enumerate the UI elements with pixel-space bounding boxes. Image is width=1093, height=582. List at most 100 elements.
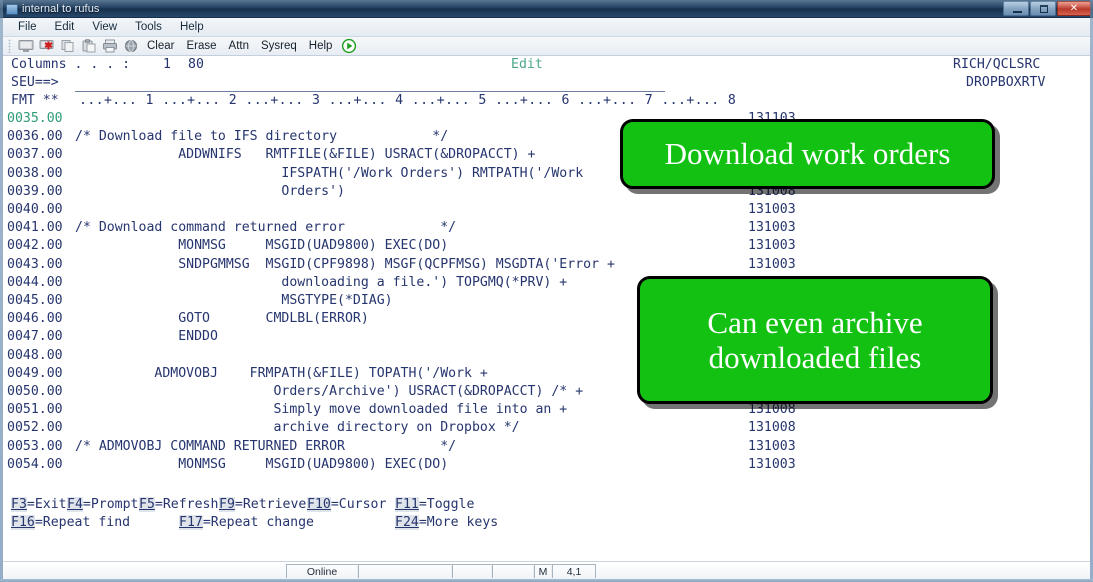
function-key-label: =Retrieve (234, 497, 307, 512)
columns-label: Columns . . . : (11, 57, 131, 72)
play-icon[interactable] (339, 38, 358, 55)
line-text[interactable]: archive directory on Dropbox */ (75, 419, 519, 437)
toolbar-attn-button[interactable]: Attn (224, 38, 254, 55)
line-text[interactable]: /* Download file to IFS directory */ (75, 128, 448, 146)
line-number[interactable]: 0048.00 (7, 347, 63, 365)
maximize-button[interactable] (1030, 1, 1056, 16)
line-number[interactable]: 0044.00 (7, 274, 63, 292)
menu-item-view[interactable]: View (83, 20, 126, 34)
line-number[interactable]: 0047.00 (7, 328, 63, 346)
function-key-f10[interactable]: F10=Cursor (307, 496, 386, 514)
toolbar-help-button[interactable]: Help (304, 38, 338, 55)
application-window: internal to rufus ✕ File Edit View Tools… (0, 0, 1093, 582)
disconnect-icon[interactable] (37, 38, 56, 55)
line-number[interactable]: 0043.00 (7, 256, 63, 274)
function-key-f9[interactable]: F9=Retrieve (219, 496, 306, 514)
line-date: 131003 (748, 456, 796, 472)
toolbar-grip[interactable] (8, 39, 11, 53)
line-number[interactable]: 0054.00 (7, 456, 63, 474)
function-key-name: F17 (179, 515, 203, 530)
line-number[interactable]: 0037.00 (7, 146, 63, 164)
callout-download-work-orders: Download work orders (593, 119, 995, 189)
line-number[interactable]: 0053.00 (7, 438, 63, 456)
code-line[interactable]: 0040.00 131003 (3, 201, 1090, 219)
callout-text: Download work orders (664, 136, 951, 172)
line-text[interactable]: ADMOVOBJ FRMPATH(&FILE) TOPATH('/Work + (75, 365, 487, 383)
line-text[interactable]: downloading a file.') TOPGMQ(*PRV) + (75, 274, 567, 292)
status-bar: Online M 4,1 (3, 561, 1090, 579)
code-line[interactable]: 0054.00 MONMSG MSGID(UAD9800) EXEC(DO) 13… (3, 456, 1090, 474)
line-number[interactable]: 0041.00 (7, 219, 63, 237)
line-text[interactable]: MONMSG MSGID(UAD9800) EXEC(DO) (75, 237, 448, 255)
function-key-name: F24 (395, 515, 419, 530)
columns-to: 80 (188, 57, 204, 72)
display-icon[interactable] (16, 38, 35, 55)
line-text[interactable]: SNDPGMMSG MSGID(CPF9898) MSGF(QCPFMSG) M… (75, 256, 615, 274)
line-number[interactable]: 0046.00 (7, 310, 63, 328)
menu-item-edit[interactable]: Edit (46, 20, 84, 34)
line-number[interactable]: 0039.00 (7, 183, 63, 201)
function-key-f16[interactable]: F16=Repeat find (11, 514, 130, 532)
line-number[interactable]: 0040.00 (7, 201, 63, 219)
line-number[interactable]: 0052.00 (7, 419, 63, 437)
function-key-name: F11 (395, 497, 419, 512)
line-text[interactable]: GOTO CMDLBL(ERROR) (75, 310, 369, 328)
function-key-label: =Prompt (82, 497, 139, 512)
line-text[interactable]: ADDWNIFS RMTFILE(&FILE) USRACT(&DROPACCT… (75, 146, 535, 164)
line-number[interactable]: 0049.00 (7, 365, 63, 383)
line-text[interactable]: Orders') (75, 183, 345, 201)
toolbar-sysreq-button[interactable]: Sysreq (256, 38, 302, 55)
print-icon[interactable] (100, 38, 119, 55)
library-member: RICH/QCLSRC (953, 57, 1041, 72)
toolbar-erase-button[interactable]: Erase (181, 38, 221, 55)
line-number[interactable]: 0038.00 (7, 165, 63, 183)
line-text[interactable]: MONMSG MSGID(UAD9800) EXEC(DO) (75, 456, 448, 474)
minimize-button[interactable] (1003, 1, 1029, 16)
function-key-f24[interactable]: F24=More keys (395, 514, 498, 532)
line-text[interactable]: /* Download command returned error */ (75, 219, 456, 237)
function-key-label: =Cursor (330, 497, 387, 512)
menu-item-tools[interactable]: Tools (126, 20, 171, 34)
code-line[interactable]: 0053.00 /* ADMOVOBJ COMMAND RETURNED ERRO… (3, 438, 1090, 456)
member-name: DROPBOXRTV (966, 75, 1046, 90)
function-key-f3[interactable]: F3=Exit (11, 496, 67, 514)
paste-icon[interactable] (79, 38, 98, 55)
line-text[interactable]: /* ADMOVOBJ COMMAND RETURNED ERROR */ (75, 438, 456, 456)
line-number[interactable]: 0050.00 (7, 383, 63, 401)
function-key-f4[interactable]: F4=Prompt (67, 496, 138, 514)
macro-icon[interactable] (121, 38, 140, 55)
code-line[interactable]: 0052.00 archive directory on Dropbox */ 1… (3, 419, 1090, 437)
menu-item-help[interactable]: Help (171, 20, 213, 34)
function-key-f11[interactable]: F11=Toggle (395, 496, 474, 514)
seu-input[interactable] (75, 74, 675, 92)
code-line[interactable]: 0042.00 MONMSG MSGID(UAD9800) EXEC(DO) 13… (3, 237, 1090, 255)
line-text[interactable]: MSGTYPE(*DIAG) (75, 292, 392, 310)
menu-bar: File Edit View Tools Help (3, 18, 1090, 37)
status-connection: Online (286, 564, 358, 578)
status-cells: Online M 4,1 (286, 564, 596, 578)
code-line[interactable]: 0043.00 SNDPGMMSG MSGID(CPF9898) MSGF(QC… (3, 256, 1090, 274)
line-text[interactable]: Simply move downloaded file into an + (75, 401, 567, 419)
copy-icon[interactable] (58, 38, 77, 55)
line-text[interactable]: Orders/Archive') USRACT(&DROPACCT) /* + (75, 383, 583, 401)
ruler: ...+... 1 ...+... 2 ...+... 3 ...+... 4 … (79, 93, 737, 108)
title-bar[interactable]: internal to rufus ✕ (0, 0, 1093, 18)
code-line[interactable]: 0041.00 /* Download command returned erro… (3, 219, 1090, 237)
callout-text: Can even archive downloaded files (697, 305, 932, 375)
line-number[interactable]: 0042.00 (7, 237, 63, 255)
line-number[interactable]: 0045.00 (7, 292, 63, 310)
function-key-f17[interactable]: F17=Repeat change (179, 514, 314, 532)
line-text[interactable]: IFSPATH('/Work Orders') RMTPATH('/Work (75, 165, 583, 183)
edit-mode-label: Edit (511, 57, 543, 72)
function-key-label: =Repeat find (34, 515, 131, 530)
function-key-f5[interactable]: F5=Refresh (139, 496, 218, 514)
line-number[interactable]: 0035.00 (7, 110, 63, 128)
line-text[interactable]: ENDDO (75, 328, 218, 346)
menu-item-file[interactable]: File (9, 20, 46, 34)
toolbar-clear-button[interactable]: Clear (142, 38, 179, 55)
close-button[interactable]: ✕ (1057, 1, 1091, 16)
status-insert-mode: M (534, 564, 552, 578)
function-key-label: =Repeat change (202, 515, 314, 530)
line-number[interactable]: 0051.00 (7, 401, 63, 419)
line-number[interactable]: 0036.00 (7, 128, 63, 146)
